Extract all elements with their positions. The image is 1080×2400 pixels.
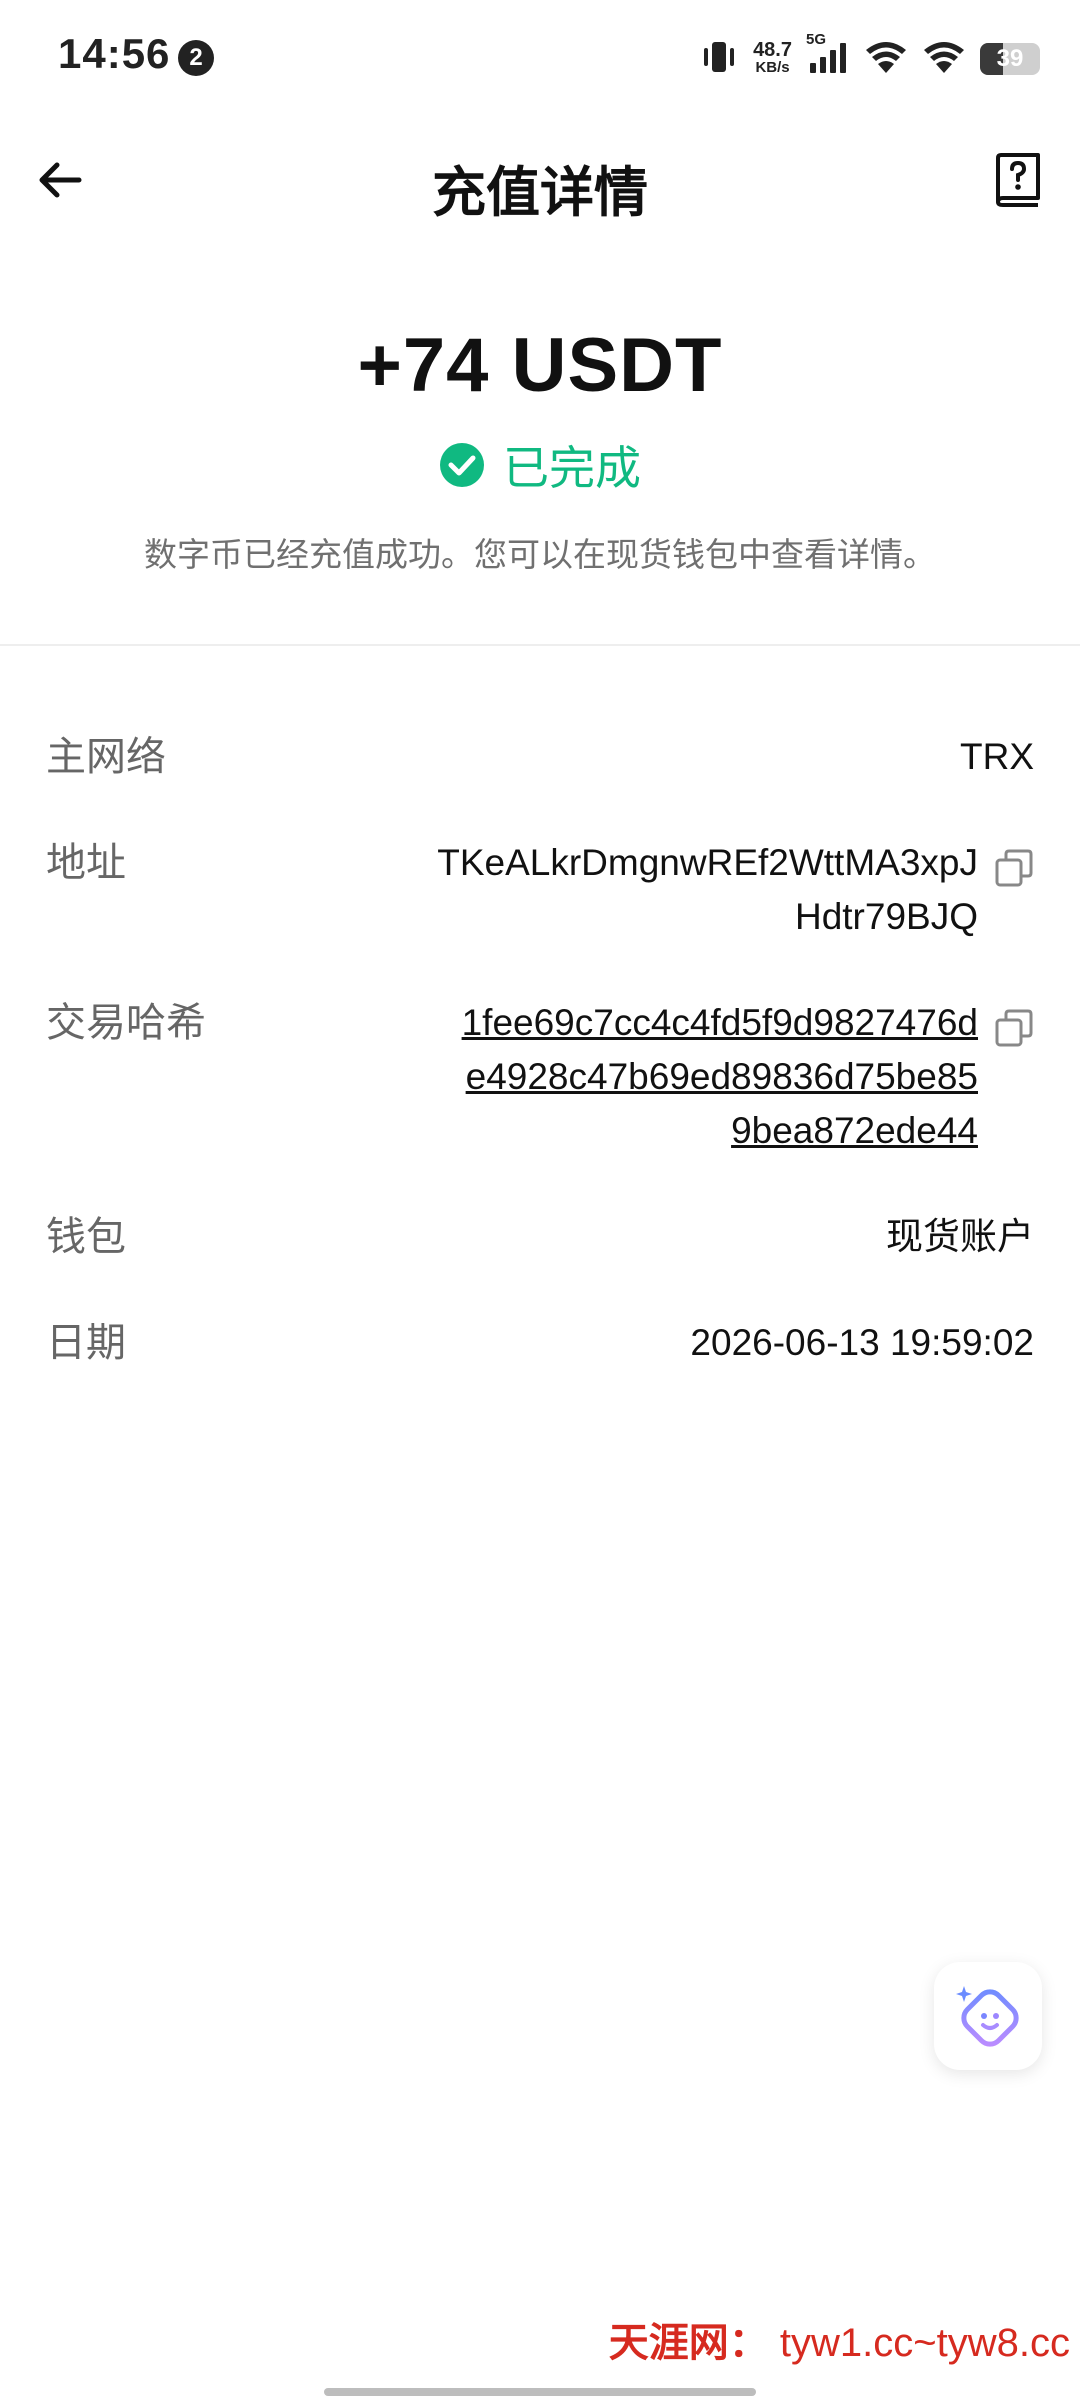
- check-circle-icon: [440, 443, 484, 487]
- detail-row-address: 地址 TKeALkrDmgnwREf2WttMA3xpJ Hdtr79BJQ: [46, 836, 1034, 944]
- help-button[interactable]: [988, 150, 1048, 210]
- detail-row-network: 主网络 TRX: [46, 730, 1034, 784]
- ai-assistant-button[interactable]: [934, 1962, 1042, 2070]
- date-value: 2026-06-13 19:59:02: [690, 1322, 1034, 1363]
- wifi-icon-2: [922, 37, 966, 82]
- tx-hash-value-wrap: 1fee69c7cc4c4fd5f9d9827476d e4928c47b69e…: [462, 996, 1034, 1158]
- detail-row-wallet: 钱包 现货账户: [46, 1210, 1034, 1264]
- question-book-icon: [996, 153, 1040, 207]
- date-label: 日期: [46, 1321, 126, 1365]
- address-line-2: Hdtr79BJQ: [794, 896, 978, 937]
- divider: [0, 644, 1080, 646]
- header: 充值详情: [0, 130, 1080, 230]
- detail-row-tx-hash: 交易哈希 1fee69c7cc4c4fd5f9d9827476d e4928c4…: [46, 996, 1034, 1158]
- address-label: 地址: [46, 841, 126, 885]
- wallet-value: 现货账户: [886, 1216, 1034, 1257]
- status-text: 已完成: [503, 442, 641, 494]
- vibrate-icon: [699, 37, 739, 82]
- watermark-url: tyw1.cc~tyw8.cc: [779, 2321, 1070, 2365]
- net-speed-value: 48.7: [753, 39, 792, 61]
- status-line: 已完成: [0, 432, 1080, 498]
- network-type: 5G: [806, 30, 827, 48]
- battery-icon: 39: [980, 43, 1040, 75]
- tx-hash-line-1: 1fee69c7cc4c4fd5f9d9827476d: [461, 1002, 978, 1043]
- tx-hash-line-2: e4928c47b69ed89836d75be85: [465, 1056, 978, 1097]
- copy-address-icon[interactable]: [994, 848, 1034, 888]
- notification-badge: 2: [178, 40, 214, 76]
- network-value: TRX: [960, 736, 1034, 777]
- tx-hash-label: 交易哈希: [46, 1001, 206, 1045]
- net-speed-unit: KB/s: [755, 59, 790, 76]
- status-icons: 48.7 KB/s 5G 39: [699, 31, 1040, 84]
- wallet-label: 钱包: [46, 1215, 126, 1259]
- tx-hash-line-3: 9bea872ede44: [731, 1110, 978, 1151]
- address-line-1: TKeALkrDmgnwREf2WttMA3xpJ: [437, 842, 978, 883]
- deposit-amount: +74 USDT: [357, 323, 723, 408]
- page-title: 充值详情: [432, 163, 648, 223]
- home-indicator[interactable]: [324, 2388, 756, 2396]
- details-list: 主网络 TRX 地址 TKeALkrDmgnwREf2WttMA3xpJ Hdt…: [46, 730, 1034, 1422]
- status-description: 数字币已经充值成功。您可以在现货钱包中查看详情。: [144, 536, 936, 573]
- cellular-signal-icon: 5G: [806, 31, 850, 82]
- wifi-icon: [864, 37, 908, 82]
- address-value-wrap: TKeALkrDmgnwREf2WttMA3xpJ Hdtr79BJQ: [437, 836, 1034, 944]
- net-speed: 48.7 KB/s: [753, 39, 792, 77]
- detail-row-date: 日期 2026-06-13 19:59:02: [46, 1316, 1034, 1370]
- battery-level: 39: [996, 45, 1024, 72]
- status-bar: 14:56 2 48.7 KB/s 5G 39: [0, 0, 1080, 120]
- copy-tx-hash-icon[interactable]: [994, 1008, 1034, 1048]
- tx-hash-link[interactable]: 1fee69c7cc4c4fd5f9d9827476d e4928c47b69e…: [462, 996, 978, 1158]
- network-label: 主网络: [46, 735, 166, 779]
- status-time: 14:56: [58, 30, 171, 77]
- watermark: 天涯网： tyw1.cc~tyw8.cc: [609, 2310, 1070, 2368]
- deposit-summary: +74 USDT 已完成 数字币已经充值成功。您可以在现货钱包中查看详情。: [0, 318, 1080, 576]
- ai-assistant-icon: [956, 1986, 1019, 2047]
- watermark-cn: 天涯网：: [608, 2319, 769, 2366]
- address-value[interactable]: TKeALkrDmgnwREf2WttMA3xpJ Hdtr79BJQ: [437, 836, 978, 944]
